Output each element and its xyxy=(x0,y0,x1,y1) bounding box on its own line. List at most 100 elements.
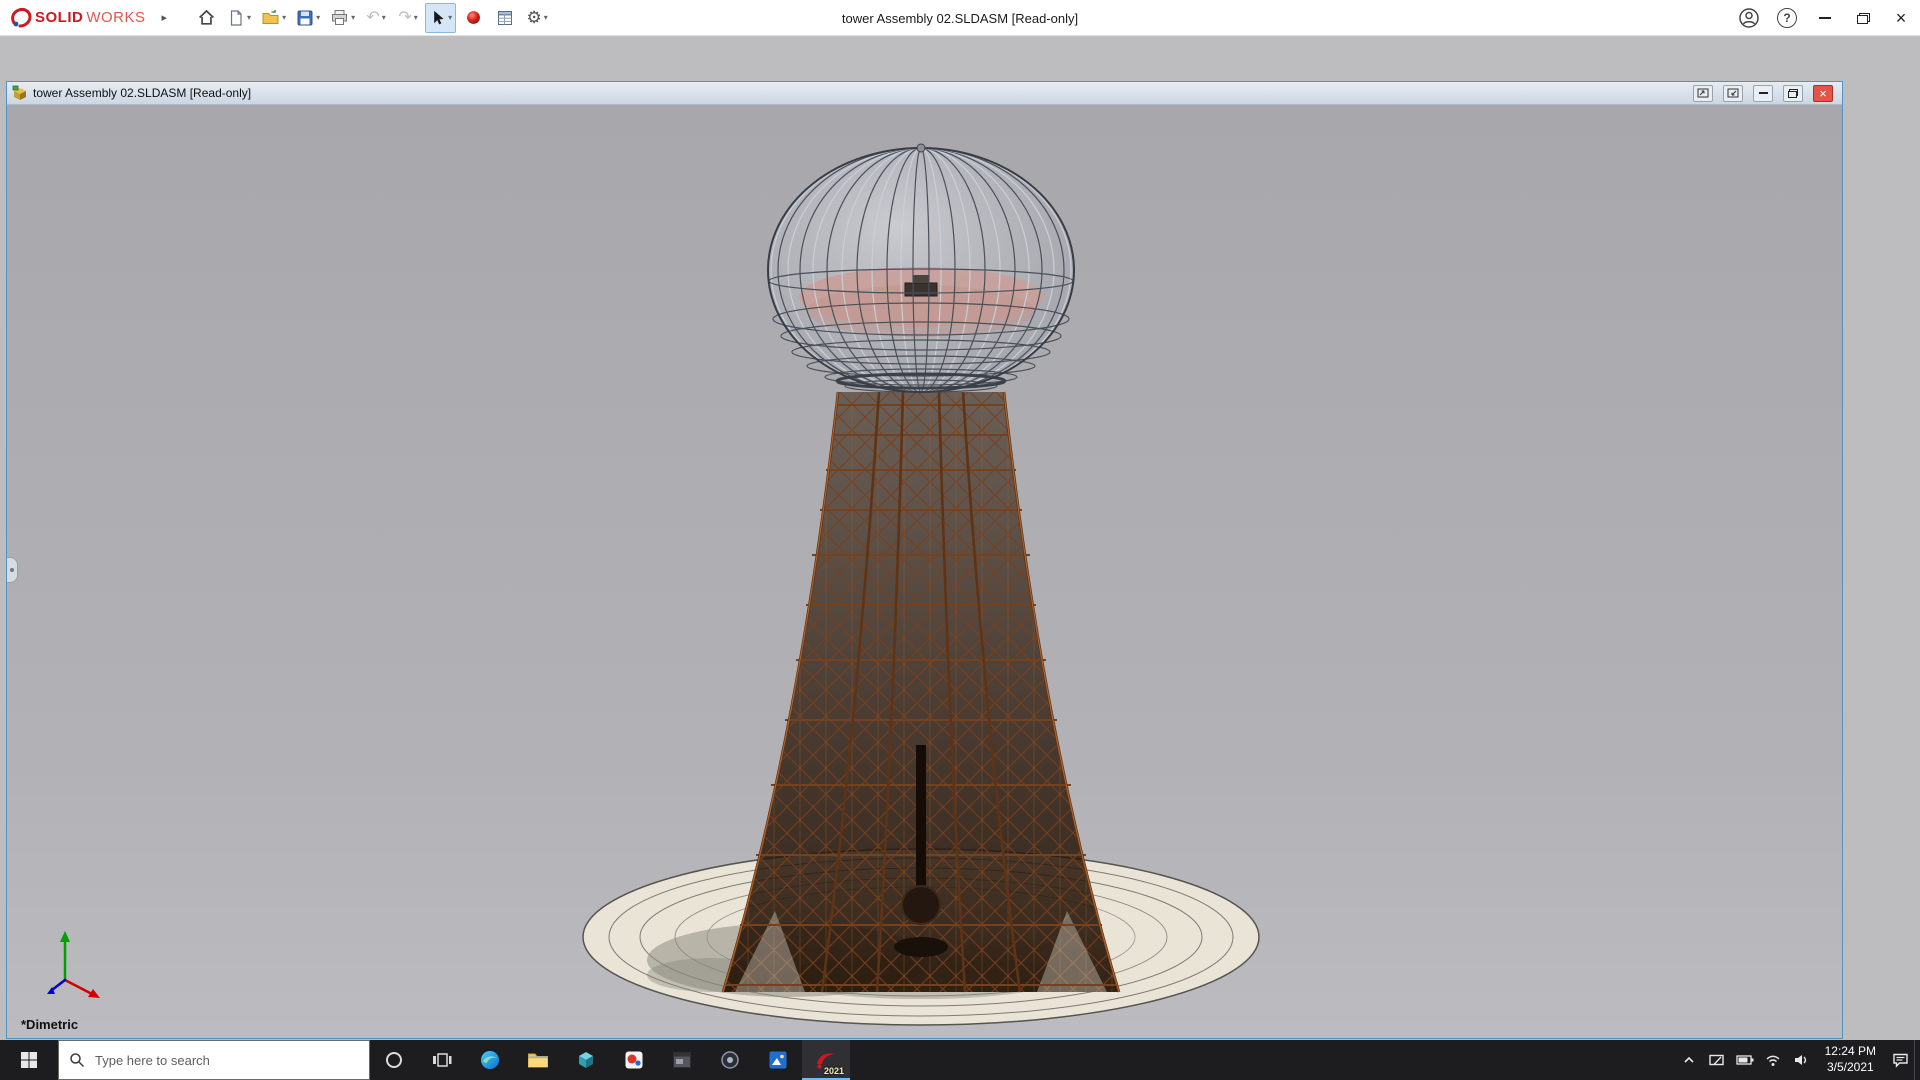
help-button[interactable]: ? xyxy=(1768,0,1806,36)
properties-button[interactable] xyxy=(490,3,520,33)
red-sphere-icon xyxy=(466,11,480,24)
clock-date: 3/5/2021 xyxy=(1826,1060,1874,1074)
tray-expand-button[interactable] xyxy=(1675,1040,1703,1080)
gear-icon: ⚙ xyxy=(526,7,542,27)
app-window-title: tower Assembly 02.SLDASM [Read-only] xyxy=(841,10,1079,26)
cortana-icon xyxy=(386,1052,402,1068)
solidworks-logo: SOLID WORKS xyxy=(0,7,152,29)
account-button[interactable] xyxy=(1730,0,1768,36)
open-button[interactable]: ▾ xyxy=(257,3,290,33)
home-button[interactable] xyxy=(191,3,221,33)
store-icon xyxy=(579,1052,593,1068)
graphics-viewport[interactable]: *Dimetric xyxy=(7,105,1842,1038)
solidworks-version-badge: 2021 xyxy=(823,1066,844,1076)
taskbar-search[interactable] xyxy=(58,1040,370,1080)
dropdown-caret-icon[interactable]: ▾ xyxy=(247,13,251,22)
open-folder-icon xyxy=(262,9,279,24)
round-app-icon xyxy=(721,1051,739,1069)
dropdown-caret-icon[interactable]: ▾ xyxy=(316,13,320,22)
windows-taskbar: 2021 xyxy=(0,1040,1920,1080)
clock-time: 12:24 PM xyxy=(1824,1044,1876,1059)
dropdown-caret-icon[interactable]: ▾ xyxy=(544,13,548,22)
battery-icon xyxy=(1735,1055,1754,1065)
taskbar-clock[interactable]: 12:24 PM 3/5/2021 xyxy=(1815,1044,1886,1075)
edge-icon xyxy=(481,1051,499,1069)
xpert-button[interactable] xyxy=(458,3,488,33)
search-input[interactable] xyxy=(93,1051,359,1069)
system-tray: 12:24 PM 3/5/2021 xyxy=(1675,1040,1920,1080)
tray-volume-button[interactable] xyxy=(1787,1040,1815,1080)
featuremanager-tab-handle-icon xyxy=(10,568,14,572)
tile-window-icon xyxy=(1727,88,1739,98)
store-button[interactable] xyxy=(562,1040,610,1080)
new-document-icon xyxy=(230,9,242,26)
print-icon xyxy=(332,9,348,25)
edge-button[interactable] xyxy=(466,1040,514,1080)
3ds-logo-icon xyxy=(11,7,32,27)
dropdown-caret-icon[interactable]: ▾ xyxy=(382,13,386,22)
doc-new-window-button[interactable] xyxy=(1693,84,1713,102)
document-window: tower Assembly 02.SLDASM [Read-only] × *… xyxy=(6,81,1843,1039)
app-window-button[interactable] xyxy=(658,1040,706,1080)
cortana-button[interactable] xyxy=(370,1040,418,1080)
paint-3d-button[interactable] xyxy=(610,1040,658,1080)
doc-restore-icon xyxy=(1788,88,1798,98)
select-tool-button[interactable]: ▾ xyxy=(425,2,457,33)
close-button[interactable]: × xyxy=(1882,0,1920,36)
restore-icon xyxy=(1856,12,1870,24)
photos-button[interactable] xyxy=(754,1040,802,1080)
brand-solid-text: SOLID xyxy=(35,9,84,26)
round-app-button[interactable] xyxy=(706,1040,754,1080)
select-cursor-icon xyxy=(434,10,444,24)
document-titlebar[interactable]: tower Assembly 02.SLDASM [Read-only] × xyxy=(7,82,1842,105)
app-workspace: tower Assembly 02.SLDASM [Read-only] × *… xyxy=(0,37,1920,1040)
undo-button[interactable]: ↶ ▾ xyxy=(361,3,391,33)
file-explorer-button[interactable] xyxy=(514,1040,562,1080)
properties-table-icon xyxy=(498,10,513,25)
doc-tile-window-button[interactable] xyxy=(1723,84,1743,102)
show-desktop-button[interactable] xyxy=(1914,1040,1920,1080)
task-view-button[interactable] xyxy=(418,1040,466,1080)
new-window-icon xyxy=(1697,88,1709,98)
close-icon: × xyxy=(1895,8,1907,28)
paint-3d-icon xyxy=(625,1051,643,1069)
action-center-button[interactable] xyxy=(1886,1040,1914,1080)
minimize-icon xyxy=(1819,17,1831,19)
save-button[interactable]: ▾ xyxy=(292,3,324,33)
dropdown-caret-icon[interactable]: ▾ xyxy=(448,13,452,22)
dropdown-caret-icon[interactable]: ▾ xyxy=(351,13,355,22)
redo-button[interactable]: ↷ ▾ xyxy=(393,3,423,33)
start-button[interactable] xyxy=(0,1040,58,1080)
main-toolbar: ▾ ▾ ▾ ▾ ↶ ▾ ↷ ▾ ▾ ⚙ ▾ xyxy=(191,2,552,33)
help-icon: ? xyxy=(1777,8,1797,28)
windows-logo-icon xyxy=(21,1052,37,1068)
options-button[interactable]: ⚙ ▾ xyxy=(522,3,552,33)
account-icon xyxy=(1739,8,1759,28)
tray-battery-button[interactable] xyxy=(1731,1040,1759,1080)
assembly-document-icon xyxy=(12,85,26,100)
doc-minimize-button[interactable] xyxy=(1753,84,1773,102)
featuremanager-collapsed-tab[interactable] xyxy=(7,557,18,583)
app-titlebar: SOLID WORKS ▸ ▾ ▾ ▾ ▾ ↶ ▾ ↷ ▾ ▾ ⚙ ▾ towe… xyxy=(0,0,1920,36)
solidworks-taskbar-button[interactable]: 2021 xyxy=(802,1040,850,1080)
3d-scene-canvas[interactable] xyxy=(7,105,1842,1038)
doc-restore-button[interactable] xyxy=(1783,84,1803,102)
brand-works-text: WORKS xyxy=(86,9,146,26)
doc-close-button[interactable]: × xyxy=(1813,84,1833,102)
file-explorer-icon xyxy=(528,1053,548,1068)
view-orientation-label: *Dimetric xyxy=(21,1017,79,1032)
tray-network-button[interactable] xyxy=(1759,1040,1787,1080)
minimize-button[interactable] xyxy=(1806,0,1844,36)
restore-button[interactable] xyxy=(1844,0,1882,36)
home-icon xyxy=(198,9,214,25)
toolbar-flyout-arrow-icon[interactable]: ▸ xyxy=(152,11,178,24)
tray-pen-button[interactable] xyxy=(1703,1040,1731,1080)
main-window-controls: ? × xyxy=(1730,0,1920,36)
print-button[interactable]: ▾ xyxy=(326,3,359,33)
dropdown-caret-icon[interactable]: ▾ xyxy=(414,13,418,22)
new-document-button[interactable]: ▾ xyxy=(223,3,255,33)
wifi-icon xyxy=(1766,1055,1780,1066)
speaker-icon xyxy=(1794,1055,1806,1065)
dropdown-caret-icon[interactable]: ▾ xyxy=(282,13,286,22)
doc-close-icon: × xyxy=(1819,85,1827,101)
